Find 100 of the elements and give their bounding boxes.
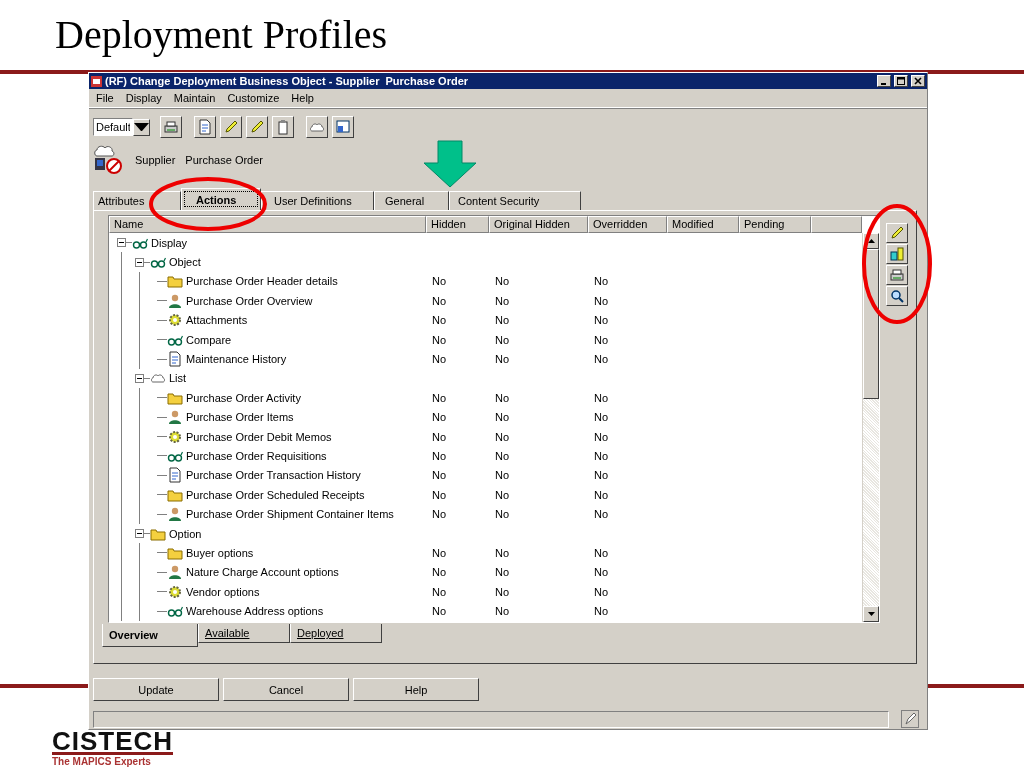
toolbar-button[interactable]: [272, 116, 294, 138]
tree-item[interactable]: Option: [169, 527, 202, 540]
person-icon: [167, 506, 183, 523]
expand-toggle[interactable]: [135, 373, 144, 383]
table-cell-text: No: [593, 605, 610, 618]
tree-item[interactable]: Attachments: [186, 314, 248, 327]
header-text: Supplier: [135, 154, 176, 166]
scroll-down-button[interactable]: [863, 606, 879, 622]
tree-item[interactable]: Buyer options: [186, 546, 254, 559]
side-button[interactable]: [886, 244, 908, 264]
table-cell-text: No: [593, 391, 610, 404]
menu-item[interactable]: Customize: [226, 92, 281, 104]
table-cell-text: No: [593, 469, 610, 482]
tab[interactable]: Deployed: [290, 624, 382, 643]
tab[interactable]: Attributes: [93, 191, 181, 210]
table-cell-text: No: [494, 294, 511, 307]
toolbar-button[interactable]: [194, 116, 216, 138]
column-header[interactable]: Pending: [739, 216, 811, 233]
table-cell-text: No: [431, 353, 448, 366]
tree-item[interactable]: Purchase Order Shipment Container Items: [186, 508, 394, 521]
down-arrow-icon: [867, 612, 875, 616]
tree-item[interactable]: Purchase Order Items: [186, 411, 294, 424]
table-cell-text: No: [431, 294, 448, 307]
side-button[interactable]: [886, 265, 908, 285]
table-cell-text: No: [494, 546, 511, 559]
tree-item[interactable]: Object: [169, 256, 201, 269]
tree-item[interactable]: Purchase Order Requisitions: [186, 450, 327, 462]
document-icon: [167, 351, 183, 368]
menu-item[interactable]: Display: [124, 92, 163, 104]
tab[interactable]: Overview: [102, 624, 198, 647]
toolbar-button[interactable]: [332, 116, 354, 138]
tree-item[interactable]: Purchase Order Transaction History: [186, 469, 361, 482]
table-cell-text: No: [494, 450, 511, 462]
tab[interactable]: User Definitions: [261, 191, 374, 210]
table-cell-text: No: [431, 508, 448, 521]
table-cell-text: No: [593, 566, 610, 579]
slide-title: Deployment Profiles: [54, 11, 388, 58]
table-cell-text: No: [431, 391, 448, 404]
toolbar-button[interactable]: [246, 116, 268, 138]
person-icon: [167, 292, 183, 309]
expand-toggle[interactable]: [135, 529, 144, 539]
header-text: Purchase Order: [185, 154, 263, 166]
expand-toggle[interactable]: [117, 238, 126, 248]
table-cell-text: No: [494, 333, 511, 346]
pencil-icon: [223, 119, 239, 135]
column-header[interactable]: Original Hidden: [489, 216, 588, 233]
column-header[interactable]: Name: [109, 216, 426, 233]
minimize-button[interactable]: [877, 75, 891, 87]
tab[interactable]: Available: [198, 624, 290, 643]
window-title: (RF) Change Deployment Business Object - Supplier Purchase Order: [105, 75, 470, 87]
dropdown-button[interactable]: [133, 118, 150, 136]
tree-item[interactable]: Maintenance History: [186, 353, 287, 366]
tab[interactable]: Content Security: [449, 191, 581, 210]
side-button[interactable]: [886, 223, 908, 243]
person-icon: [167, 409, 183, 426]
toolbar-button[interactable]: [160, 116, 182, 138]
tab[interactable]: Actions: [181, 188, 261, 210]
up-arrow-icon: [867, 239, 875, 243]
table-cell-text: No: [494, 488, 511, 501]
side-button[interactable]: [886, 286, 908, 306]
push-button[interactable]: Help: [353, 678, 479, 701]
tree-item[interactable]: Purchase Order Scheduled Receipts: [186, 488, 365, 501]
tree-item[interactable]: Purchase Order Header details: [186, 275, 338, 288]
expand-toggle[interactable]: [135, 257, 144, 267]
table-cell-text: No: [431, 566, 448, 579]
table-cell-text: No: [593, 275, 610, 288]
table-cell-text: No: [593, 508, 610, 521]
menu-item[interactable]: File: [95, 92, 115, 104]
view-dropdown[interactable]: Default: [93, 118, 133, 136]
tree-item[interactable]: Display: [151, 236, 188, 249]
close-icon: [914, 77, 922, 85]
down-arrow: [422, 140, 478, 188]
push-button[interactable]: Cancel: [223, 678, 349, 701]
folder-icon: [167, 273, 183, 290]
table-cell-text: No: [494, 585, 511, 598]
toolbar-button[interactable]: [220, 116, 242, 138]
column-header[interactable]: Modified: [667, 216, 739, 233]
close-button[interactable]: [911, 75, 925, 87]
scrollbar[interactable]: [862, 233, 879, 622]
tree-item[interactable]: Purchase Order Activity: [186, 391, 301, 404]
toolbar-button[interactable]: [306, 116, 328, 138]
column-header[interactable]: Overridden: [588, 216, 667, 233]
push-button[interactable]: Update: [93, 678, 219, 701]
menu-item[interactable]: Maintain: [172, 92, 217, 104]
tab[interactable]: General: [374, 191, 449, 210]
tree-item[interactable]: List: [169, 372, 187, 385]
table-cell-text: No: [494, 411, 511, 424]
column-header[interactable]: Hidden: [426, 216, 489, 233]
tree-item[interactable]: Purchase Order Debit Memos: [186, 430, 332, 443]
table-cell-text: No: [593, 488, 610, 501]
printer-icon: [889, 267, 905, 283]
maximize-button[interactable]: [894, 75, 908, 87]
menu-item[interactable]: Help: [290, 92, 315, 104]
tree-item[interactable]: Nature Charge Account options: [186, 566, 339, 579]
tree-item[interactable]: Vendor options: [186, 585, 260, 598]
table-cell-text: No: [494, 353, 511, 366]
tree-item[interactable]: Purchase Order Overview: [186, 294, 313, 307]
table-cell-text: No: [431, 585, 448, 598]
tree-item[interactable]: Compare: [186, 333, 232, 346]
tree-item[interactable]: Warehouse Address options: [186, 605, 324, 618]
